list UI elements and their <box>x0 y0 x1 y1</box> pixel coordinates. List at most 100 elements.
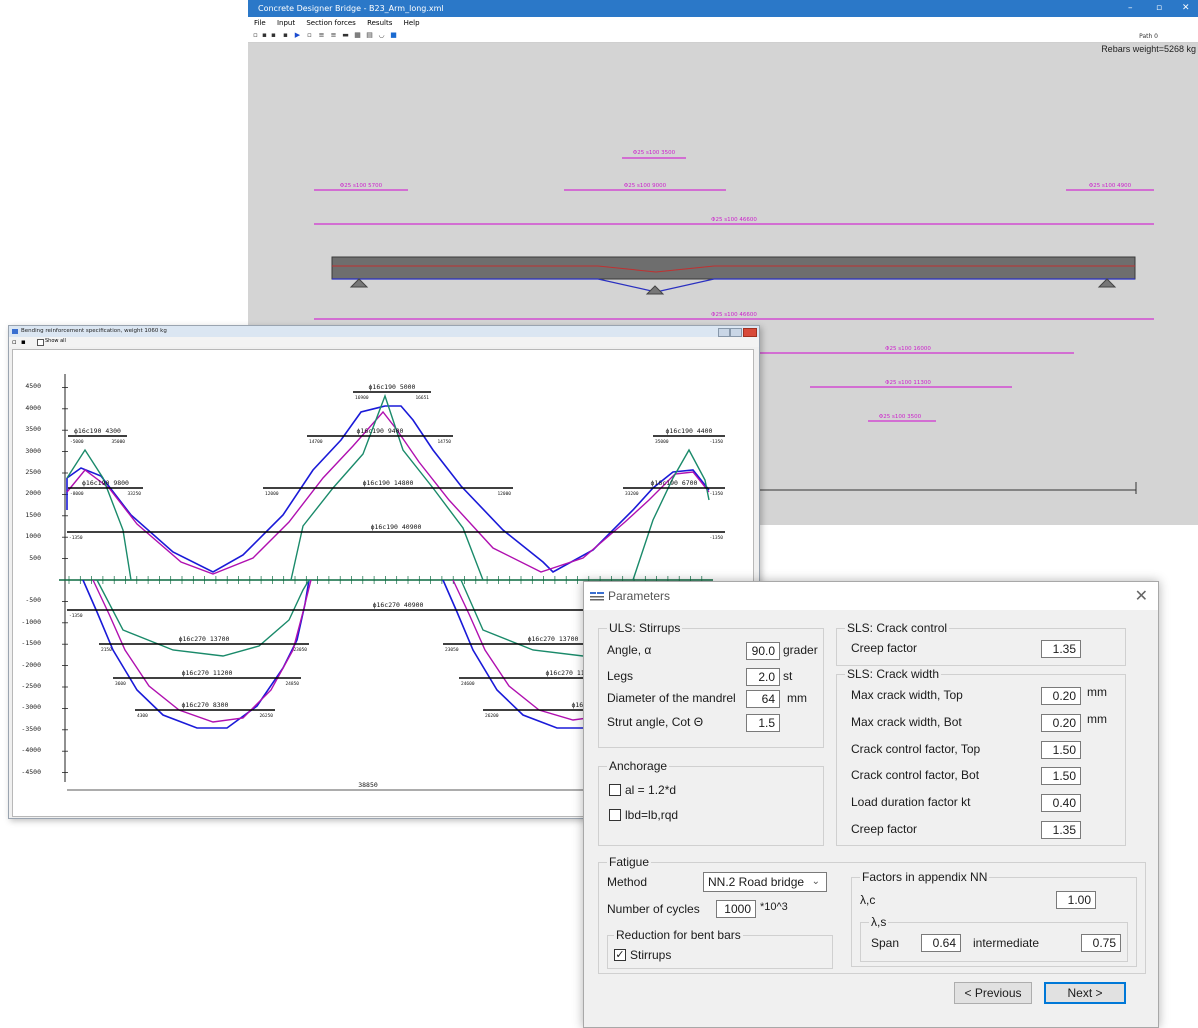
rebar-dim-left: 26200 <box>485 713 499 719</box>
support-right-icon <box>1097 278 1117 288</box>
crack-width-row-label: Load duration factor kt <box>851 795 971 809</box>
support-left-icon <box>349 278 369 288</box>
top-rebar-group: Φ25 s100 3500 Φ25 s100 5700 Φ25 s100 900… <box>314 150 1154 225</box>
anchorage-group: Anchorage al = 1.2*d lbd=lb,rqd <box>598 759 824 846</box>
rebar-dim-left: 14700 <box>309 439 323 445</box>
beam-icon[interactable]: ≡ <box>318 32 325 39</box>
sls-crack-width-title: SLS: Crack width <box>845 667 942 681</box>
crack-width-row-label: Crack control factor, Top <box>851 742 981 756</box>
rebar-dim-right: -1350 <box>709 491 723 497</box>
al-label: al = 1.2*d <box>625 783 677 797</box>
menu-file[interactable]: File <box>254 19 266 27</box>
bending-title-bar: Bending reinforcement specification, wei… <box>9 326 759 337</box>
span-input[interactable]: 0.64 <box>921 934 961 952</box>
maximize-icon[interactable]: ▫ <box>1156 0 1162 17</box>
diagram-icon[interactable]: ◡ <box>378 32 385 39</box>
mandrel-input[interactable]: 64 <box>746 690 780 708</box>
rebar-dim-right: -1350 <box>709 439 723 445</box>
rebar-dim-right: 23050 <box>293 647 307 653</box>
rebar-dim-left: 24600 <box>461 681 475 687</box>
rebar-label-top: ϕ16c190 14800 <box>363 479 414 487</box>
menu-input[interactable]: Input <box>277 19 295 27</box>
section-icon[interactable]: ▫ <box>306 32 313 39</box>
rebar-dim-left: 4300 <box>137 713 148 719</box>
table-icon[interactable]: ▤ <box>366 32 373 39</box>
main-title-bar: Concrete Designer Bridge - B23_Arm_long.… <box>248 0 1198 17</box>
method-select[interactable]: NN.2 Road bridge ⌄ <box>703 872 827 892</box>
menu-help[interactable]: Help <box>404 19 420 27</box>
show-all-label: Show all <box>45 338 66 344</box>
crack-width-row-input[interactable]: 1.50 <box>1041 741 1081 759</box>
crack-width-row-input[interactable]: 0.40 <box>1041 794 1081 812</box>
export-icon[interactable]: ■ <box>390 32 397 39</box>
run-icon[interactable]: ▶ <box>294 32 301 39</box>
rebar-label-bottom: ϕ16c270 40900 <box>373 601 424 609</box>
open-file-icon[interactable]: ▪ <box>261 32 268 39</box>
rebar-dim-left: -1350 <box>69 613 83 619</box>
rebar-dim-right: 33250 <box>127 491 141 497</box>
maximize-icon[interactable] <box>730 328 742 337</box>
print-icon[interactable]: ▪ <box>282 32 289 39</box>
lbd-label: lbd=lb,rqd <box>625 808 679 822</box>
stirrups-checkbox[interactable]: ✓ <box>614 949 626 961</box>
show-all-checkbox[interactable] <box>37 339 44 346</box>
crack-width-row-input[interactable]: 1.50 <box>1041 767 1081 785</box>
rebar-dim-right: 35000 <box>111 439 125 445</box>
angle-label: Angle, α <box>607 643 652 657</box>
lambda-c-label: λ,c <box>860 893 876 907</box>
strut-angle-input[interactable]: 1.5 <box>746 714 780 732</box>
grid-icon[interactable]: ▦ <box>354 32 361 39</box>
print-icon[interactable]: ▪ <box>21 338 26 346</box>
close-icon[interactable]: ✕ <box>1182 0 1190 17</box>
rebar-label-top: ϕ16c190 6700 <box>651 479 698 487</box>
legs-input[interactable]: 2.0 <box>746 668 780 686</box>
previous-button[interactable]: < Previous <box>954 982 1032 1004</box>
lambda-c-input[interactable]: 1.00 <box>1056 891 1096 909</box>
main-window-title: Concrete Designer Bridge - B23_Arm_long.… <box>258 4 444 13</box>
beam-body <box>331 256 1136 280</box>
al-checkbox[interactable] <box>609 784 621 796</box>
rebar-dim-right: 12000 <box>497 491 511 497</box>
lbd-checkbox[interactable] <box>609 809 621 821</box>
lambda-s-group: λ,s Span 0.64 intermediate 0.75 <box>860 915 1128 962</box>
sls-crack-control-title: SLS: Crack control <box>845 621 950 635</box>
lambda-s-title: λ,s <box>869 915 889 929</box>
uls-stirrups-title: ULS: Stirrups <box>607 621 683 635</box>
app-icon <box>12 329 18 334</box>
reduction-group: Reduction for bent bars ✓ Stirrups <box>607 928 833 969</box>
minimize-icon[interactable] <box>718 328 730 337</box>
section-icon[interactable]: ▫ <box>12 338 17 346</box>
save-icon[interactable]: ▪ <box>270 32 277 39</box>
crack-width-row-input[interactable]: 0.20 <box>1041 714 1081 732</box>
rebar-dim-right: 16651 <box>415 395 429 401</box>
bending-toolbar: ▫ ▪ Show all <box>9 337 759 347</box>
cycles-input[interactable]: 1000 <box>716 900 756 918</box>
top-rebar-label: Φ25 s100 4900 <box>1089 183 1132 189</box>
close-icon[interactable]: ✕ <box>1135 586 1148 606</box>
bottom-rebar-label: Φ25 s100 16000 <box>885 346 931 352</box>
crack-width-row-input[interactable]: 1.35 <box>1041 821 1081 839</box>
creep-factor-label: Creep factor <box>851 641 918 655</box>
intermediate-input[interactable]: 0.75 <box>1081 934 1121 952</box>
menu-section-forces[interactable]: Section forces <box>306 19 356 27</box>
rebar-dim-left: -5000 <box>70 439 84 445</box>
rebar-dim-left: -1350 <box>69 535 83 541</box>
next-button[interactable]: Next > <box>1044 982 1126 1004</box>
close-icon[interactable] <box>743 328 757 337</box>
creep-factor-input[interactable]: 1.35 <box>1041 640 1081 658</box>
loads-icon[interactable]: ≡ <box>330 32 337 39</box>
angle-input[interactable]: 90.0 <box>746 642 780 660</box>
minimize-icon[interactable]: – <box>1128 0 1133 17</box>
rebar-icon[interactable]: ▬ <box>342 32 349 39</box>
fatigue-group: Fatigue Method NN.2 Road bridge ⌄ Number… <box>598 855 1146 974</box>
crack-width-row-input[interactable]: 0.20 <box>1041 687 1081 705</box>
factors-group: Factors in appendix NN λ,c 1.00 λ,s Span… <box>851 870 1137 967</box>
cycles-label: Number of cycles <box>607 902 700 916</box>
rebar-label-top: ϕ16c190 9400 <box>357 427 404 435</box>
new-file-icon[interactable]: ▫ <box>252 32 259 39</box>
mandrel-label: Diameter of the mandrel <box>607 691 736 705</box>
menu-results[interactable]: Results <box>367 19 392 27</box>
rebar-label-top: ϕ16c190 40900 <box>371 523 422 531</box>
legs-label: Legs <box>607 669 634 683</box>
rebar-dim-left: -8000 <box>70 491 84 497</box>
